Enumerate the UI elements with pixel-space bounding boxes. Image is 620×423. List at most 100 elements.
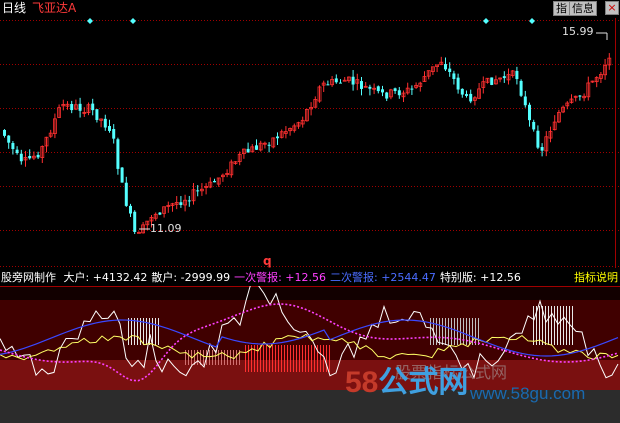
indicator-item: 大户: +4132.42 bbox=[63, 271, 148, 284]
candle-body bbox=[11, 143, 15, 150]
candle-body bbox=[536, 130, 540, 148]
candle bbox=[313, 96, 318, 108]
candle bbox=[229, 159, 234, 178]
period-label[interactable]: 日线 bbox=[2, 1, 26, 15]
candle-body bbox=[444, 64, 447, 70]
candle bbox=[426, 70, 431, 80]
zhi-button[interactable]: 指 bbox=[553, 1, 570, 16]
candle bbox=[430, 66, 435, 76]
candle bbox=[28, 149, 32, 160]
candle-body bbox=[112, 129, 116, 139]
indicator-name: 股旁网制作 bbox=[1, 271, 56, 284]
candle bbox=[220, 173, 225, 182]
candle bbox=[422, 71, 427, 83]
candle-body bbox=[334, 78, 338, 83]
info-button[interactable]: 信息 bbox=[569, 1, 597, 16]
candle-body bbox=[339, 82, 342, 84]
candle-body bbox=[381, 89, 384, 93]
candle bbox=[346, 76, 351, 83]
candle bbox=[288, 127, 293, 136]
candle bbox=[481, 76, 486, 94]
candle bbox=[276, 132, 279, 145]
candle bbox=[179, 196, 183, 208]
candle bbox=[405, 82, 410, 95]
candle-body bbox=[460, 88, 464, 95]
candle bbox=[418, 81, 423, 92]
candle-body bbox=[120, 167, 124, 183]
candle bbox=[493, 75, 498, 85]
candle bbox=[32, 151, 36, 160]
candle bbox=[388, 88, 393, 100]
candle bbox=[199, 183, 204, 196]
candlestick-chart[interactable] bbox=[0, 0, 620, 423]
candle-body bbox=[70, 104, 74, 111]
candle bbox=[590, 80, 595, 83]
candle bbox=[19, 149, 23, 165]
close-icon[interactable]: × bbox=[605, 1, 619, 15]
candle-body bbox=[267, 144, 271, 146]
candle bbox=[95, 109, 99, 123]
candle bbox=[565, 101, 570, 110]
candle-body bbox=[519, 80, 523, 96]
candle-body bbox=[456, 77, 460, 90]
candle bbox=[548, 126, 553, 143]
candle-body bbox=[385, 92, 389, 99]
candle bbox=[472, 96, 477, 106]
candle bbox=[44, 136, 49, 153]
candle bbox=[133, 210, 137, 235]
candle-body bbox=[7, 135, 11, 143]
candle bbox=[103, 114, 107, 131]
candle-body bbox=[187, 200, 191, 202]
high-price-label: 15.99 bbox=[562, 25, 594, 38]
candle bbox=[586, 76, 591, 101]
candle bbox=[569, 94, 574, 104]
candle bbox=[410, 85, 414, 95]
candle bbox=[225, 169, 230, 178]
candle bbox=[255, 139, 258, 150]
watermark-logo: 58公式网 bbox=[345, 366, 469, 399]
candle-body bbox=[108, 126, 111, 131]
candle bbox=[326, 80, 330, 86]
candle bbox=[485, 77, 490, 84]
candle-body bbox=[393, 88, 397, 92]
candle-body bbox=[326, 84, 330, 86]
diamond-marker-icon bbox=[87, 18, 93, 24]
candle-body bbox=[452, 73, 456, 79]
candle bbox=[477, 82, 482, 99]
candle bbox=[267, 142, 271, 153]
candle bbox=[502, 71, 506, 83]
candle bbox=[393, 87, 397, 94]
candle-body bbox=[36, 154, 40, 158]
candle bbox=[15, 146, 19, 155]
indicator-values: 大户: +4132.42 散户: -2999.99 一次警报: +12.56 二次警报… bbox=[60, 270, 521, 286]
candle bbox=[99, 118, 103, 128]
candle-body bbox=[515, 70, 519, 80]
candle bbox=[292, 123, 297, 133]
candle bbox=[532, 119, 536, 132]
candle bbox=[363, 82, 368, 88]
candle-body bbox=[129, 205, 132, 214]
diamond-marker-icon bbox=[130, 18, 136, 24]
candle-body bbox=[469, 93, 473, 102]
candle bbox=[141, 222, 146, 234]
candle bbox=[351, 70, 355, 91]
candle bbox=[61, 99, 66, 111]
candle bbox=[519, 79, 523, 98]
candle bbox=[296, 121, 301, 129]
candle bbox=[262, 141, 267, 149]
candle bbox=[510, 69, 515, 78]
candle-body bbox=[410, 88, 414, 90]
candle-body bbox=[196, 190, 200, 192]
candle bbox=[136, 231, 141, 234]
candle-body bbox=[465, 94, 468, 96]
indicator-item: 散户: -2999.99 bbox=[151, 271, 231, 284]
indicator-help-button[interactable]: 指标说明 bbox=[574, 271, 618, 285]
candle bbox=[166, 201, 171, 213]
candle bbox=[57, 104, 61, 119]
candle bbox=[439, 56, 444, 66]
candle-body bbox=[532, 121, 536, 130]
candle bbox=[506, 68, 511, 85]
candle bbox=[309, 102, 314, 116]
candle-body bbox=[19, 153, 23, 162]
candle bbox=[456, 73, 460, 94]
